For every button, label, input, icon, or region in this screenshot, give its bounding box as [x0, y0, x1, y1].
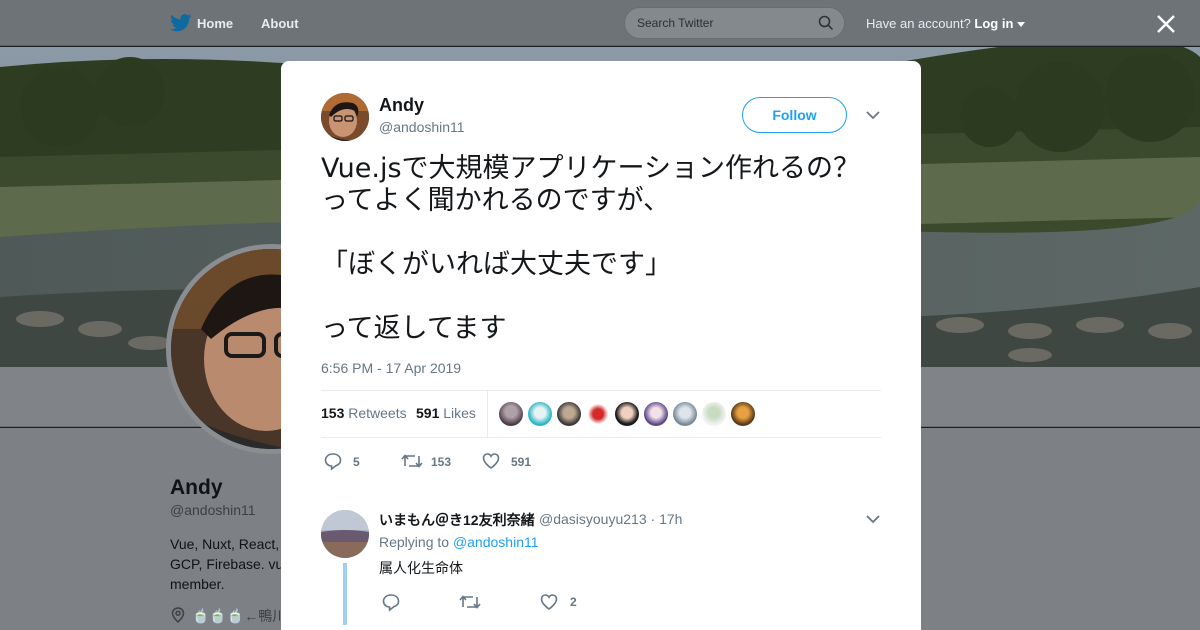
likes-stat[interactable]: 591 Likes — [416, 405, 476, 421]
author-handle[interactable]: @andoshin11 — [379, 119, 465, 135]
search-input[interactable] — [637, 16, 807, 30]
reply-author-handle[interactable]: @dasisyouyu213 — [539, 511, 647, 527]
profile-name: Andy — [170, 476, 223, 499]
retweet-icon — [459, 595, 481, 609]
liker-avatar[interactable] — [586, 402, 610, 426]
liker-avatar[interactable] — [615, 402, 639, 426]
profile-handle: @andoshin11 — [170, 502, 256, 518]
reply-avatar-photo — [321, 510, 369, 558]
chevron-down-icon[interactable] — [866, 514, 880, 524]
chevron-down-icon[interactable] — [1017, 21, 1026, 28]
replying-to-link[interactable]: @andoshin11 — [453, 534, 539, 550]
likes-label: Likes — [443, 405, 476, 421]
login-link[interactable]: Log in — [974, 16, 1013, 31]
liker-avatar[interactable] — [528, 402, 552, 426]
nav-home-link[interactable]: Home — [197, 16, 233, 31]
tweet-text: Vue.jsで大規模アプリケーション作れるの？ ってよく聞かれるのですが、 「ぼ… — [321, 153, 860, 344]
reply-tweet[interactable]: いまもん＠き12友利奈緒 @dasisyouyu213 · 17h Replyi… — [281, 490, 921, 630]
retweet-action[interactable]: 153 — [401, 451, 461, 473]
meta-separator: · — [650, 511, 656, 527]
nav-about-link[interactable]: About — [261, 16, 299, 31]
retweet-count: 153 — [431, 455, 452, 469]
chevron-down-icon[interactable] — [866, 110, 880, 120]
liker-avatar[interactable] — [702, 402, 726, 426]
close-icon[interactable] — [1156, 14, 1176, 34]
top-nav: Home About Have an account? Log in — [0, 0, 1200, 46]
liker-avatar[interactable] — [499, 402, 523, 426]
tweet-actions: 5 153 591 — [321, 447, 881, 477]
reply-count: 5 — [353, 455, 360, 469]
retweets-stat[interactable]: 153 Retweets — [321, 405, 407, 421]
heart-icon — [482, 453, 500, 469]
author-name[interactable]: Andy — [379, 95, 424, 116]
follow-button[interactable]: Follow — [742, 97, 847, 133]
tweet-stats: 153 Retweets 591 Likes — [321, 391, 881, 437]
reply-action[interactable] — [381, 592, 411, 614]
reply-author-name[interactable]: いまもん＠き12友利奈緒 — [379, 510, 535, 530]
tweet-modal: Andy @andoshin11 Follow Vue.jsで大規模アプリケーシ… — [281, 61, 921, 630]
reply-action[interactable]: 5 — [323, 451, 373, 473]
reply-age[interactable]: 17h — [659, 511, 682, 527]
reply-icon — [324, 453, 342, 471]
search-box — [624, 7, 845, 39]
retweet-icon — [401, 454, 423, 468]
tweet-timestamp[interactable]: 6:56 PM - 17 Apr 2019 — [321, 360, 461, 376]
like-action[interactable]: 2 — [539, 592, 589, 614]
reply-text: 属人化生命体 — [379, 561, 463, 577]
location-pin-icon — [171, 607, 185, 623]
heart-icon — [540, 594, 558, 610]
likes-count: 591 — [416, 405, 440, 421]
liker-avatar[interactable] — [731, 402, 755, 426]
reply-meta: @dasisyouyu213 · 17h — [539, 511, 682, 527]
retweets-count: 153 — [321, 405, 345, 421]
retweet-action[interactable] — [459, 592, 489, 614]
stats-separator — [487, 391, 488, 437]
twitter-bird-icon[interactable] — [170, 14, 192, 32]
retweets-label: Retweets — [348, 405, 407, 421]
author-avatar[interactable] — [321, 93, 369, 141]
liker-avatar[interactable] — [557, 402, 581, 426]
reply-like-count: 2 — [570, 595, 577, 609]
liker-avatar[interactable] — [673, 402, 697, 426]
reply-author-avatar[interactable] — [321, 510, 369, 558]
like-action[interactable]: 591 — [481, 451, 551, 473]
account-prompt: Have an account? — [866, 16, 971, 31]
replying-label: Replying to — [379, 534, 450, 550]
account-menu: Have an account? Log in — [866, 16, 1026, 31]
thread-line — [343, 563, 347, 625]
author-avatar-photo — [321, 93, 369, 141]
divider — [321, 437, 881, 438]
profile-location-text: 🍵🍵🍵←鴨川 — [192, 608, 287, 624]
liker-avatar[interactable] — [644, 402, 668, 426]
reply-icon — [382, 594, 400, 612]
profile-bio: Vue, Nuxt, React, GCP, Firebase. vu memb… — [170, 536, 284, 592]
like-count: 591 — [511, 455, 532, 469]
reply-actions: 2 — [381, 588, 681, 612]
replying-to: Replying to @andoshin11 — [379, 534, 539, 550]
search-icon[interactable] — [818, 15, 834, 31]
